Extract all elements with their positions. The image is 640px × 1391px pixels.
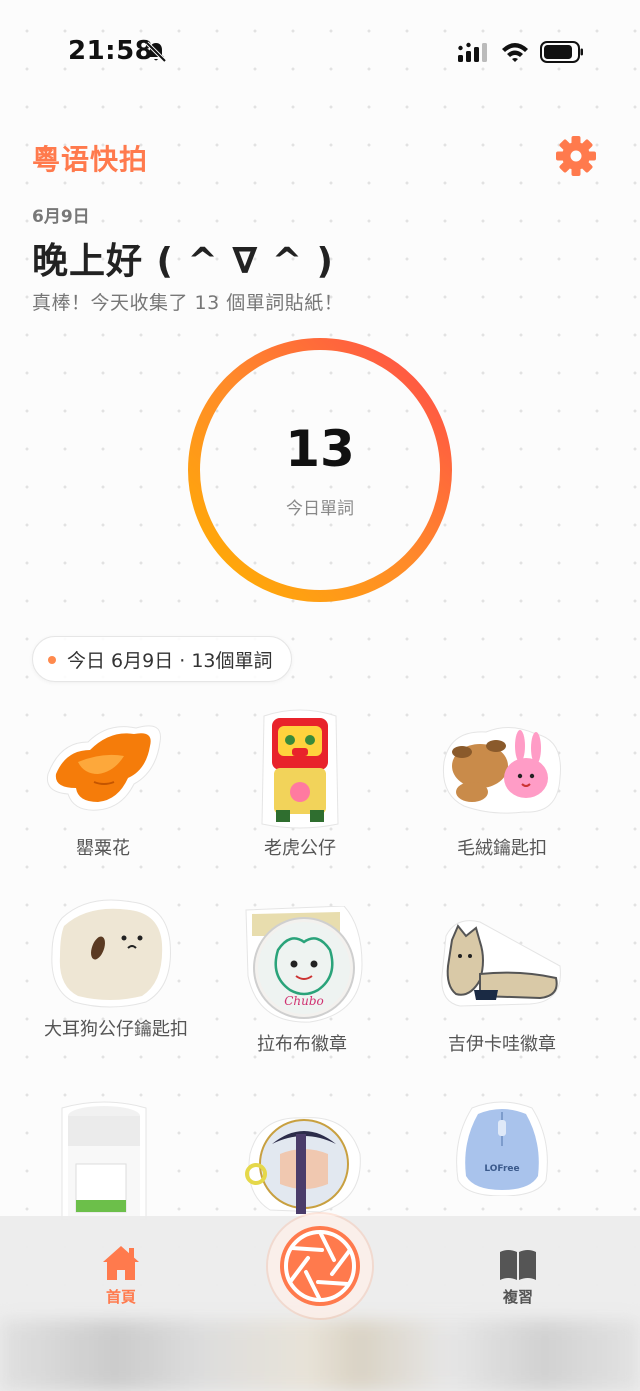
round-badge-sticker — [245, 1117, 361, 1214]
home-icon — [103, 1246, 139, 1280]
day-summary-text: 今日 6月9日 · 13個單詞 — [67, 649, 273, 672]
sticker-item[interactable] — [440, 722, 564, 816]
sticker-item[interactable]: Chubo — [244, 906, 364, 1024]
date-label: 6月9日 — [32, 207, 90, 227]
sticker-item[interactable] — [258, 706, 342, 830]
tab-home[interactable]: 首頁 — [71, 1244, 171, 1307]
sticker-item[interactable]: LOFree — [452, 1100, 552, 1196]
today-word-count: 13 — [285, 420, 355, 478]
summary-subtitle: 真棒！今天收集了 13 個單詞貼紙！ — [32, 292, 344, 314]
sticker-item[interactable] — [58, 1100, 150, 1220]
sticker-label: 老虎公仔 — [264, 838, 336, 859]
bell-muted-icon — [145, 41, 167, 63]
sticker-item[interactable] — [38, 712, 168, 822]
tab-home-label: 首頁 — [105, 1288, 136, 1306]
tab-bar-backdrop — [0, 1320, 640, 1391]
tiger-toy-sticker — [261, 709, 339, 829]
book-icon — [500, 1250, 536, 1280]
sticker-item[interactable] — [48, 898, 174, 1010]
gear-icon[interactable] — [554, 134, 598, 178]
mouse-brand-text: LOFree — [484, 1164, 520, 1174]
white-jar-sticker — [61, 1101, 147, 1220]
blue-mouse-sticker — [456, 1101, 548, 1196]
badge-brand-text: Chubo — [284, 994, 324, 1008]
battery-icon — [540, 41, 583, 63]
status-bar: 21:58 — [0, 0, 640, 100]
pill-dot — [48, 656, 56, 664]
sticker-label: 罌粟花 — [76, 838, 130, 859]
today-word-label: 今日單詞 — [286, 499, 354, 519]
sticker-label: 毛絨鑰匙扣 — [457, 838, 547, 859]
app-title: 粵语快拍 — [32, 143, 149, 176]
greeting-title: 晚上好 ( ^ ∇ ^ ) — [32, 241, 334, 282]
wifi-icon — [502, 43, 528, 62]
sticker-item[interactable] — [240, 1114, 364, 1214]
status-time: 21:58 — [68, 36, 154, 66]
plush-keychain-sticker — [442, 727, 561, 814]
camera-shutter-button[interactable] — [268, 1214, 372, 1318]
chiikawa-badge-sticker — [441, 920, 561, 1007]
poppy-flower-sticker — [46, 725, 161, 811]
aperture-icon — [280, 1226, 360, 1306]
sticker-label: 大耳狗公仔鑰匙扣 — [44, 1019, 188, 1040]
day-summary-pill: 今日 6月9日 · 13個單詞 — [32, 636, 292, 682]
tab-review[interactable]: 複習 — [468, 1248, 568, 1307]
tab-review-label: 複習 — [502, 1288, 533, 1306]
sticker-item[interactable] — [440, 916, 564, 1008]
big-ear-dog-keychain-sticker — [51, 899, 171, 1008]
sticker-label: 吉伊卡哇徽章 — [448, 1034, 556, 1055]
sticker-label: 拉布布徽章 — [257, 1034, 347, 1055]
cellular-signal-icon — [458, 42, 487, 62]
